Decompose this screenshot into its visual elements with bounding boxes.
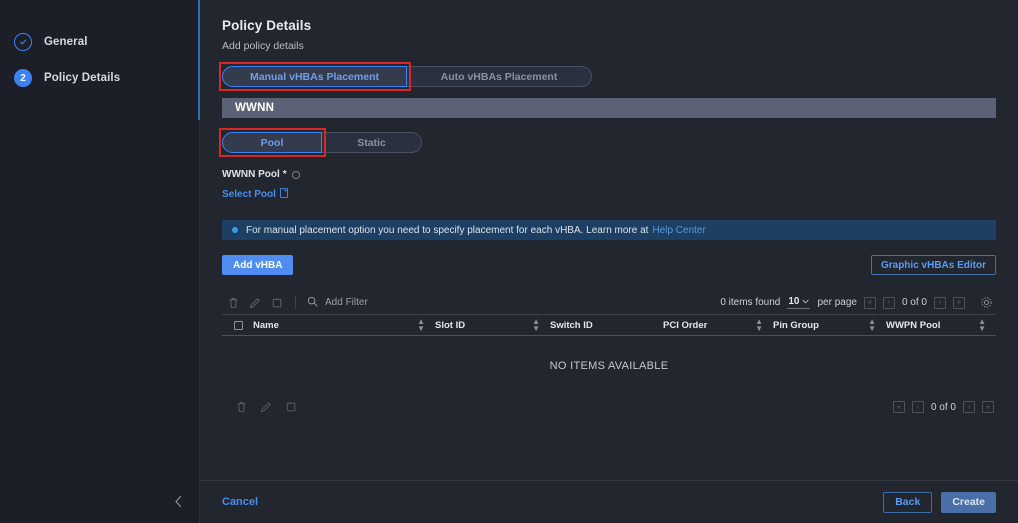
table-footer: « ‹ 0 of 0 › » [222,396,996,418]
pencil-icon[interactable] [255,396,277,418]
column-header-pin-group[interactable]: Pin Group ▲▼ [773,320,886,331]
page-status-label: 0 of 0 [931,402,956,413]
column-header-name[interactable]: Name ▲▼ [253,320,435,331]
required-marker: * [283,169,287,180]
prev-page-button[interactable]: ‹ [912,401,924,413]
info-icon[interactable] [292,171,300,179]
tab-auto-vhbas-placement[interactable]: Auto vHBAs Placement [407,66,592,87]
sidebar-item-label: Policy Details [44,72,120,84]
sidebar-item-general[interactable]: General [0,24,200,60]
selector-icon [280,188,288,201]
table-pagination-bottom: « ‹ 0 of 0 › » [893,401,996,413]
table-empty-message: NO ITEMS AVAILABLE [222,336,996,396]
select-all-checkbox[interactable] [234,321,243,330]
search-icon [307,294,318,312]
section-header-wwnn: WWNN [222,98,996,118]
last-page-button[interactable]: » [982,401,994,413]
column-label: Slot ID [435,320,465,331]
wizard-step-list: General 2 Policy Details [0,0,200,96]
clone-icon[interactable] [266,292,288,314]
policy-wizard-window: General 2 Policy Details Policy Details … [0,0,1018,523]
column-label: WWPN Pool [886,320,940,331]
table-toolbar: Add Filter 0 items found 10 pe [222,291,996,315]
clone-icon[interactable] [280,396,302,418]
column-header-wwpn-pool[interactable]: WWPN Pool ▲▼ [886,320,996,331]
policy-details-body: Policy Details Add policy details Manual… [200,0,1018,480]
filter-input-placeholder[interactable]: Add Filter [325,297,368,308]
step-number-badge: 2 [14,69,32,87]
pencil-icon[interactable] [244,292,266,314]
sort-icon: ▲▼ [417,318,425,332]
select-pool-button[interactable]: Select Pool [222,188,288,201]
table-footer-actions [222,396,302,418]
sidebar-item-policy-details[interactable]: 2 Policy Details [0,60,200,96]
first-page-button[interactable]: « [864,297,876,309]
placement-tab-group: Manual vHBAs Placement Auto vHBAs Placem… [222,66,592,87]
vhba-action-row: Add vHBA Graphic vHBAs Editor [222,255,996,275]
help-center-link[interactable]: Help Center [652,225,705,236]
first-page-button[interactable]: « [893,401,905,413]
prev-page-button[interactable]: ‹ [883,297,895,309]
page-title: Policy Details [222,18,996,33]
main-panel: Policy Details Add policy details Manual… [200,0,1018,523]
next-page-button[interactable]: › [963,401,975,413]
check-icon [14,33,32,51]
tab-pool[interactable]: Pool [222,132,322,153]
wwnn-pool-label-text: WWNN Pool [222,169,280,180]
next-page-button[interactable]: › [934,297,946,309]
column-label: Pin Group [773,320,819,331]
page-subtitle: Add policy details [222,40,996,52]
tab-manual-vhbas-placement[interactable]: Manual vHBAs Placement [222,66,407,87]
placement-tab-group-wrap: Manual vHBAs Placement Auto vHBAs Placem… [222,66,996,87]
gear-icon[interactable] [978,295,994,311]
select-pool-label: Select Pool [222,189,276,200]
sort-icon: ▲▼ [755,318,763,332]
column-label: Name [253,320,279,331]
page-status-label: 0 of 0 [902,297,927,308]
wizard-footer: Cancel Back Create [200,480,1018,523]
sort-icon: ▲▼ [978,318,986,332]
create-button[interactable]: Create [941,492,996,513]
pool-static-tab-group-wrap: Pool Static [222,132,996,153]
chevron-left-icon[interactable] [168,491,188,511]
last-page-button[interactable]: » [953,297,965,309]
table-pagination-top: 0 items found 10 per page « ‹ [720,295,996,311]
wwnn-pool-label: WWNN Pool * [222,169,996,180]
trash-icon[interactable] [222,292,244,314]
per-page-label: per page [817,297,856,308]
column-label: Switch ID [550,320,593,331]
graphic-vhbas-editor-button[interactable]: Graphic vHBAs Editor [871,255,996,275]
pool-static-tab-group: Pool Static [222,132,422,153]
column-header-pci-order[interactable]: PCI Order ▲▼ [663,320,773,331]
items-found-label: 0 items found [720,297,780,308]
toolbar-divider [295,296,296,309]
sort-icon: ▲▼ [868,318,876,332]
trash-icon[interactable] [230,396,252,418]
page-size-select[interactable]: 10 [787,296,810,309]
sort-icon: ▲▼ [532,318,540,332]
column-label: PCI Order [663,320,707,331]
page-size-value: 10 [788,296,799,307]
cancel-button[interactable]: Cancel [222,496,258,508]
vhba-table: Add Filter 0 items found 10 pe [222,291,996,418]
add-vhba-button[interactable]: Add vHBA [222,255,293,275]
wizard-sidebar: General 2 Policy Details [0,0,200,523]
tab-static[interactable]: Static [322,132,422,153]
column-header-switch-id[interactable]: Switch ID [550,320,663,331]
table-header-row: Name ▲▼ Slot ID ▲▼ Switch ID PCI Order ▲… [222,315,996,336]
filter-container[interactable]: Add Filter [307,294,720,312]
column-header-slot-id[interactable]: Slot ID ▲▼ [435,320,550,331]
info-banner-text: For manual placement option you need to … [246,225,648,236]
chevron-down-icon [802,296,809,307]
info-icon [232,227,238,233]
footer-actions: Back Create [883,492,996,513]
sidebar-item-label: General [44,36,88,48]
back-button[interactable]: Back [883,492,932,513]
info-banner: For manual placement option you need to … [222,220,996,240]
